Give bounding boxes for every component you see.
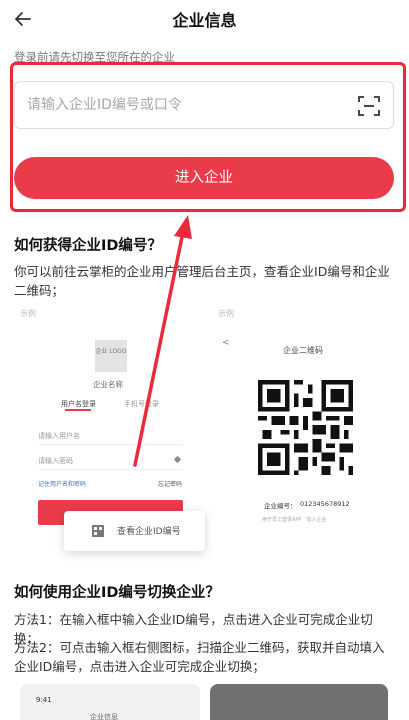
eye-icon bbox=[173, 455, 182, 464]
example-label-right: 示例 bbox=[218, 309, 234, 318]
example-qr-back: < bbox=[222, 338, 230, 348]
example-popup: 查看企业ID编号 bbox=[64, 511, 205, 551]
qr-small-icon bbox=[92, 525, 104, 537]
example-password-field: 请输入密码 bbox=[38, 457, 73, 465]
example-tab-phone: 手机号登录 bbox=[124, 400, 159, 408]
enter-company-button[interactable]: 进入企业 bbox=[14, 157, 394, 199]
example-company-name: 企业名称 bbox=[93, 380, 123, 389]
header-bar: 企业信息 bbox=[0, 0, 409, 38]
example-screenshot-right bbox=[210, 684, 388, 720]
company-id-input-box[interactable] bbox=[14, 81, 394, 129]
example-tab-indicator bbox=[65, 409, 91, 411]
example-qr-footer: 用于员工登录APP 加入企业 bbox=[262, 517, 327, 523]
section-title-get-id: 如何获得企业ID编号？ bbox=[14, 238, 162, 254]
company-id-input[interactable] bbox=[27, 82, 347, 128]
section-title-use-id: 如何使用企业ID编号切换企业？ bbox=[14, 585, 220, 601]
company-logo-placeholder: 企业 LOGO bbox=[95, 340, 127, 372]
example-forgot: 忘记密码 bbox=[158, 481, 183, 488]
example-screen-title: 企业信息 bbox=[90, 713, 118, 720]
section-method-2: 方法2：可点击输入框右侧图标，扫描企业二维码，获取并自动填入企业ID编号，点击进… bbox=[14, 640, 385, 674]
divider bbox=[38, 469, 183, 470]
section-text-get-id: 你可以前往云掌柜的企业用户管理后台主页，查看企业ID编号和企业二维码； bbox=[14, 264, 390, 298]
qr-code-image bbox=[258, 380, 353, 475]
example-tab-username: 用户名登录 bbox=[61, 400, 96, 408]
example-username-field: 请输入用户名 bbox=[38, 432, 80, 440]
scan-icon[interactable] bbox=[357, 94, 381, 118]
example-qr-id-value: 012345678912 bbox=[300, 500, 350, 508]
page-title: 企业信息 bbox=[172, 11, 237, 30]
example-qr-title: 企业二维码 bbox=[283, 346, 323, 355]
divider bbox=[38, 444, 183, 445]
example-status-time: 9:41 bbox=[36, 696, 52, 704]
example-remember: 记住用户名和密码 bbox=[38, 481, 87, 488]
example-qr-id-label: 企业编号： bbox=[264, 502, 297, 510]
example-label-left: 示例 bbox=[20, 309, 36, 318]
example-popup-text: 查看企业ID编号 bbox=[117, 527, 181, 537]
